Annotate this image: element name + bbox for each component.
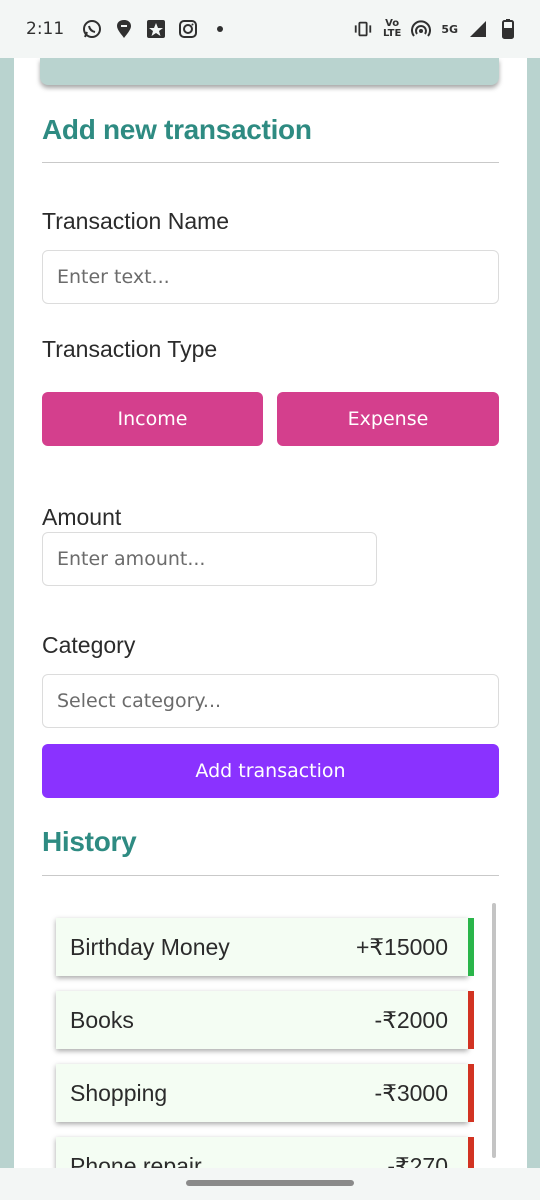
history-item-amount: -₹270 bbox=[387, 1152, 448, 1169]
balance-card bbox=[40, 58, 499, 85]
history-item-amount: +₹15000 bbox=[355, 933, 448, 960]
history-item[interactable]: Shopping -₹3000 bbox=[56, 1064, 474, 1122]
add-transaction-heading: Add new transaction bbox=[42, 114, 312, 145]
add-transaction-button[interactable]: Add transaction bbox=[42, 744, 499, 798]
category-select[interactable]: Select category... bbox=[42, 674, 499, 728]
instagram-icon bbox=[178, 19, 198, 39]
app-container: Add new transaction Transaction Name Ent… bbox=[14, 58, 527, 1168]
navigation-bar bbox=[0, 1168, 540, 1200]
hotspot-icon bbox=[411, 19, 432, 39]
battery-icon bbox=[498, 19, 518, 39]
system-icons: Vo LTE 5G bbox=[353, 19, 518, 39]
vibrate-icon bbox=[353, 19, 373, 39]
volte-label: Vo LTE bbox=[382, 18, 402, 39]
dot-icon bbox=[210, 19, 230, 39]
expense-marker bbox=[468, 1064, 474, 1122]
home-gesture-handle[interactable] bbox=[186, 1180, 354, 1186]
history-item-amount: -₹3000 bbox=[374, 1079, 448, 1106]
transaction-type-label: Transaction Type bbox=[42, 336, 218, 362]
history-item-name: Phone repair bbox=[70, 1152, 202, 1169]
expense-marker bbox=[468, 991, 474, 1049]
divider bbox=[42, 875, 499, 876]
transaction-name-label: Transaction Name bbox=[42, 208, 230, 234]
history-item[interactable]: Birthday Money +₹15000 bbox=[56, 918, 474, 976]
status-bar: 2:11 Vo LTE 5G bbox=[0, 0, 540, 58]
signal-icon bbox=[468, 19, 488, 39]
news-icon bbox=[146, 19, 166, 39]
transaction-name-input[interactable]: Enter text... bbox=[42, 250, 499, 304]
swiggy-icon bbox=[114, 19, 134, 39]
history-item-name: Birthday Money bbox=[70, 933, 230, 960]
whatsapp-icon bbox=[82, 19, 102, 39]
expense-button[interactable]: Expense bbox=[277, 392, 499, 446]
history-item[interactable]: Phone repair -₹270 bbox=[56, 1137, 474, 1169]
divider bbox=[42, 162, 499, 163]
income-button[interactable]: Income bbox=[42, 392, 263, 446]
history-heading: History bbox=[42, 826, 137, 857]
history-item[interactable]: Books -₹2000 bbox=[56, 991, 474, 1049]
status-time: 2:11 bbox=[26, 19, 65, 39]
amount-label: Amount bbox=[42, 504, 122, 530]
history-scrollbar[interactable] bbox=[492, 903, 496, 1158]
history-item-name: Shopping bbox=[70, 1079, 168, 1106]
amount-input[interactable]: Enter amount... bbox=[42, 532, 377, 586]
expense-marker bbox=[468, 1137, 474, 1168]
network-5g-label: 5G bbox=[441, 22, 458, 36]
history-item-name: Books bbox=[70, 1006, 134, 1033]
category-label: Category bbox=[42, 632, 136, 658]
history-item-amount: -₹2000 bbox=[374, 1006, 448, 1033]
history-list[interactable]: Birthday Money +₹15000 Books -₹2000 Shop… bbox=[56, 918, 474, 1169]
notification-icons bbox=[82, 19, 230, 39]
income-marker bbox=[468, 918, 474, 976]
